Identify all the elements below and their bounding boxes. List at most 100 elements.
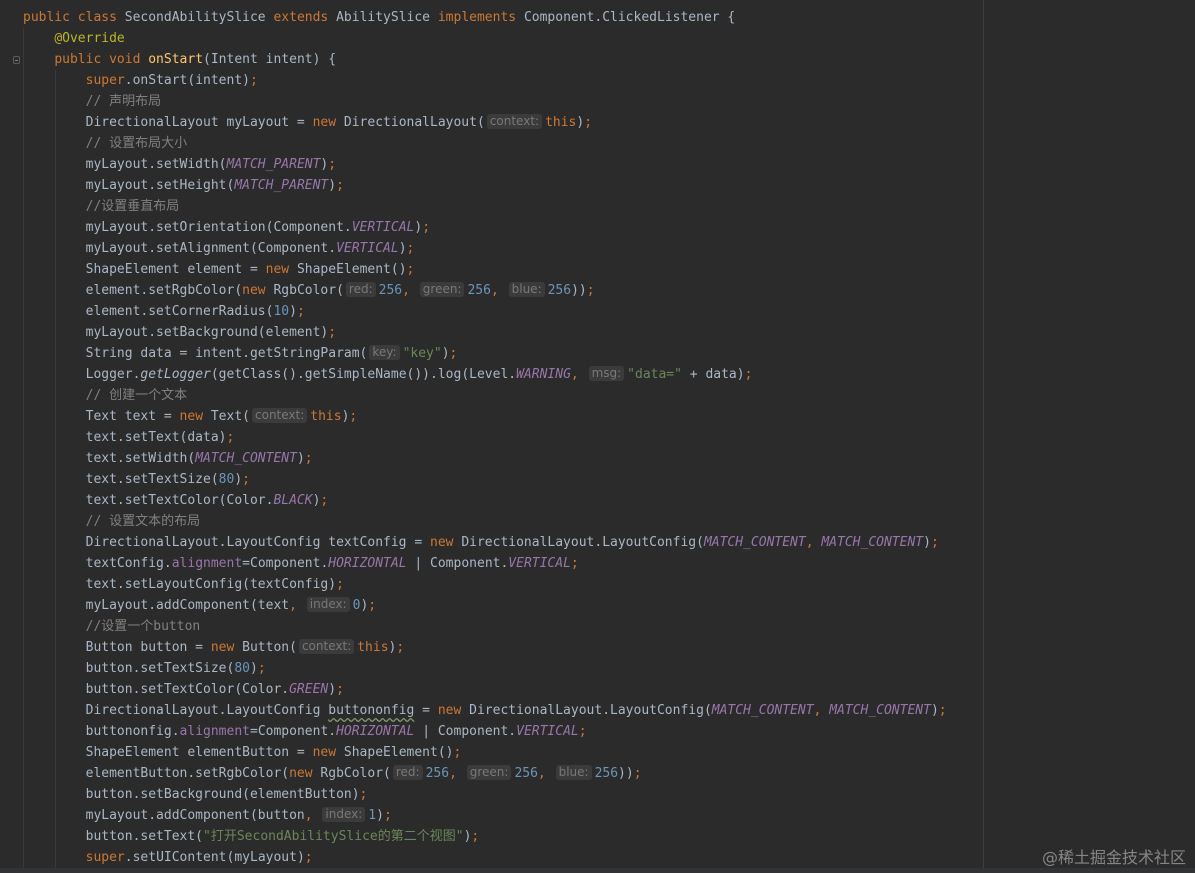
code-token: super <box>85 850 125 865</box>
code-token: ; <box>328 325 337 340</box>
code-token: new <box>265 262 297 277</box>
code-line[interactable]: elementButton.setRgbColor(new RgbColor(r… <box>23 763 947 784</box>
code-line[interactable]: // 声明布局 <box>23 91 947 112</box>
code-editor[interactable]: public class SecondAbilitySlice extends … <box>0 0 1195 873</box>
parameter-hint: index: <box>322 807 366 822</box>
code-token: ShapeElement() <box>343 745 454 760</box>
code-line[interactable]: text.setTextSize(80); <box>23 469 947 490</box>
code-token: HORIZONTAL <box>336 724 415 739</box>
code-line[interactable]: Text text = new Text(context: this); <box>23 406 947 427</box>
parameter-hint: context: <box>298 639 355 654</box>
code-token: ; <box>359 787 368 802</box>
code-token: alignment <box>171 556 243 571</box>
code-token: = <box>414 703 438 718</box>
code-line[interactable]: element.setCornerRadius(10); <box>23 301 947 322</box>
code-line[interactable]: button.setText("打开SecondAbilitySlice的第二个… <box>23 826 947 847</box>
parameter-hint: red: <box>392 765 423 780</box>
code-line[interactable]: DirectionalLayout.LayoutConfig buttononf… <box>23 700 947 721</box>
code-line[interactable]: text.setWidth(MATCH_CONTENT); <box>23 448 947 469</box>
code-line[interactable]: myLayout.addComponent(button, index: 1); <box>23 805 947 826</box>
code-line[interactable]: super.onStart(intent); <box>23 70 947 91</box>
code-token: ) <box>289 304 297 319</box>
code-token: @Override <box>54 31 125 46</box>
editor-gutter[interactable] <box>0 0 20 873</box>
code-token: myLayout.addComponent(button <box>23 808 305 823</box>
code-line[interactable]: myLayout.setBackground(element); <box>23 322 947 343</box>
code-token: ; <box>584 115 593 130</box>
code-token: this <box>310 409 342 424</box>
code-line[interactable]: element.setRgbColor(new RgbColor(red: 256… <box>23 280 947 301</box>
code-token: DirectionalLayout.LayoutConfig textConfi… <box>23 535 430 550</box>
code-token: //设置一个button <box>85 619 201 634</box>
code-token: ) <box>923 535 931 550</box>
code-line[interactable]: buttononfig.alignment=Component.HORIZONT… <box>23 721 947 742</box>
code-token: | Component. <box>406 556 509 571</box>
code-token: , <box>449 766 465 781</box>
code-token: ; <box>578 724 587 739</box>
code-token: ) <box>441 346 450 361</box>
code-token: ; <box>296 304 305 319</box>
code-line[interactable]: button.setTextColor(Color.GREEN); <box>23 679 947 700</box>
code-token: Text( <box>210 409 250 424</box>
code-area[interactable]: public class SecondAbilitySlice extends … <box>23 7 947 868</box>
code-token: Button button = <box>23 640 211 655</box>
code-token: ) <box>249 661 258 676</box>
code-token: text.setWidth( <box>23 451 196 466</box>
code-line[interactable]: // 设置布局大小 <box>23 133 947 154</box>
code-line[interactable]: text.setTextColor(Color.BLACK); <box>23 490 947 511</box>
code-line[interactable]: myLayout.setHeight(MATCH_PARENT); <box>23 175 947 196</box>
code-line[interactable]: // 设置文本的布局 <box>23 511 947 532</box>
code-token: button.setText( <box>23 829 204 844</box>
code-line[interactable]: @Override <box>23 28 947 49</box>
code-token: MATCH_CONTENT <box>195 451 297 466</box>
code-token: text.setLayoutConfig(textConfig) <box>23 577 337 592</box>
code-line[interactable]: button.setBackground(elementButton); <box>23 784 947 805</box>
code-line[interactable]: //设置一个button <box>23 616 947 637</box>
code-line[interactable]: myLayout.setOrientation(Component.VERTIC… <box>23 217 947 238</box>
code-line[interactable]: Button button = new Button(context: this)… <box>23 637 947 658</box>
code-line[interactable]: text.setLayoutConfig(textConfig); <box>23 574 947 595</box>
code-token: ; <box>304 451 313 466</box>
code-token: text.setText(data) <box>23 430 227 445</box>
code-line[interactable]: ShapeElement element = new ShapeElement(… <box>23 259 947 280</box>
code-line[interactable]: text.setText(data); <box>23 427 947 448</box>
code-line[interactable]: Logger.getLogger(getClass().getSimpleNam… <box>23 364 947 385</box>
code-token: ShapeElement element = <box>23 262 266 277</box>
code-token: ; <box>336 682 344 697</box>
code-line[interactable]: textConfig.alignment=Component.HORIZONTA… <box>23 553 947 574</box>
code-line[interactable]: myLayout.addComponent(text, index: 0); <box>23 595 947 616</box>
code-line[interactable]: button.setTextSize(80); <box>23 658 947 679</box>
code-token: new <box>312 115 344 130</box>
code-line[interactable]: // 创建一个文本 <box>23 385 947 406</box>
fold-icon[interactable] <box>13 56 20 64</box>
code-token: MATCH_CONTENT <box>829 703 931 718</box>
code-token: element.setRgbColor( <box>23 283 243 298</box>
code-line[interactable]: myLayout.setWidth(MATCH_PARENT); <box>23 154 947 175</box>
code-token: , <box>813 703 830 718</box>
horizontal-scrollbar[interactable] <box>0 868 1195 873</box>
parameter-hint: red: <box>345 282 376 297</box>
code-token: button.setTextColor(Color. <box>23 682 290 697</box>
code-line[interactable]: public void onStart(Intent intent) { <box>23 49 947 70</box>
code-token: , <box>490 283 507 298</box>
code-token: , <box>304 808 321 823</box>
code-line[interactable]: myLayout.setAlignment(Component.VERTICAL… <box>23 238 947 259</box>
code-token: Button( <box>242 640 297 655</box>
code-line[interactable]: public class SecondAbilitySlice extends … <box>23 7 947 28</box>
code-token: text.setTextColor(Color. <box>23 493 274 508</box>
code-line[interactable]: //设置垂直布局 <box>23 196 947 217</box>
code-token: ; <box>930 535 939 550</box>
code-token: myLayout.setWidth( <box>23 157 227 172</box>
code-line[interactable]: String data = intent.getStringParam(key:… <box>23 343 947 364</box>
code-token: Component.ClickedListener { <box>523 10 736 25</box>
code-token: 80 <box>234 661 250 676</box>
code-line[interactable]: super.setUIContent(myLayout); <box>23 847 947 868</box>
code-line[interactable]: ShapeElement elementButton = new ShapeEl… <box>23 742 947 763</box>
code-line[interactable]: DirectionalLayout myLayout = new Directi… <box>23 112 947 133</box>
code-token: ; <box>938 703 947 718</box>
code-token: "data=" <box>627 367 682 382</box>
code-token: ; <box>406 241 415 256</box>
code-line[interactable]: DirectionalLayout.LayoutConfig textConfi… <box>23 532 947 553</box>
